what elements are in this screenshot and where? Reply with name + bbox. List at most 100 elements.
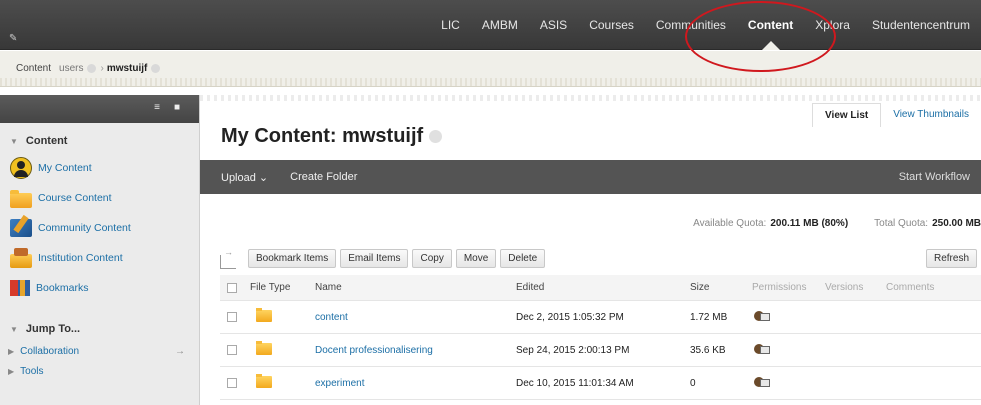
edited-cell: Sep 24, 2015 2:00:13 PM (516, 344, 630, 356)
sidebar-item-institution-content[interactable]: Institution Content (0, 243, 199, 273)
size-cell: 35.6 KB (690, 344, 726, 356)
quota-info: Available Quota: 200.11 MB (80%) Total Q… (693, 218, 981, 229)
sidebar-item-label: Course Content (38, 192, 112, 204)
sidebar-item-label: Institution Content (38, 252, 123, 264)
item-name-link[interactable]: content (315, 312, 516, 323)
column-header-comments: Comments (886, 282, 935, 293)
bookmark-items-button[interactable]: Bookmark Items (248, 248, 337, 268)
sidebar-item-bookmarks[interactable]: Bookmarks (0, 273, 199, 303)
column-header-file-type[interactable]: File Type (237, 282, 315, 293)
breadcrumb-users[interactable]: users (59, 63, 83, 74)
upload-button[interactable]: Upload ⌄ (200, 171, 279, 184)
breadcrumb-bar: Content users › mwstuijf (0, 51, 981, 87)
permissions-cell (752, 342, 825, 358)
sidebar-item-tools[interactable]: ▶ Tools (0, 361, 199, 381)
table-row: Docent professionalisering Sep 24, 2015 … (220, 334, 981, 367)
column-header-name[interactable]: Name (315, 282, 516, 293)
sidebar-item-label: Bookmarks (36, 282, 89, 294)
size-cell: 0 (690, 377, 696, 389)
sidebar-section-content[interactable]: ▼ Content (0, 129, 199, 153)
create-folder-button[interactable]: Create Folder (279, 171, 368, 183)
list-toolbar: Bookmark Items Email Items Copy Move Del… (220, 247, 981, 269)
column-header-permissions: Permissions (752, 282, 807, 293)
item-name-link[interactable]: Docent professionalisering (315, 345, 516, 356)
delete-button[interactable]: Delete (500, 248, 546, 268)
permissions-icon[interactable] (754, 375, 770, 388)
tab-lic[interactable]: LIC (430, 0, 471, 50)
permissions-cell (752, 375, 825, 391)
main-content: View List View Thumbnails My Content: mw… (200, 95, 981, 405)
context-menu-icon[interactable] (151, 64, 161, 73)
edited-cell: Dec 10, 2015 11:01:34 AM (516, 377, 634, 389)
row-checkbox[interactable] (227, 312, 237, 322)
start-workflow-button[interactable]: Start Workflow (888, 171, 981, 183)
tab-asis[interactable]: ASIS (529, 0, 578, 50)
sidebar-item-label: My Content (38, 162, 92, 174)
copy-button[interactable]: Copy (412, 248, 452, 268)
view-thumbnails-tab[interactable]: View Thumbnails (881, 103, 981, 127)
go-arrow-icon[interactable]: → (175, 346, 185, 357)
permissions-icon[interactable] (754, 309, 770, 322)
edit-pencil-icon[interactable]: ✎ (9, 33, 17, 44)
left-sidebar: ≡ ■ ▼ Content My Content Course Content … (0, 95, 200, 405)
size-cell: 1.72 MB (690, 311, 728, 323)
folder-icon (10, 189, 32, 208)
list-view-icon[interactable]: ≡ (151, 103, 163, 113)
table-header-row: File Type Name Edited Size Permissions V… (220, 275, 981, 301)
sidebar-item-label: Collaboration (20, 345, 80, 357)
breadcrumb-stripe (0, 78, 981, 86)
permissions-icon[interactable] (754, 342, 770, 355)
folder-view-icon[interactable]: ■ (171, 103, 183, 113)
total-quota-label: Total Quota: (874, 218, 929, 229)
available-quota-value: 200.11 MB (80%) (770, 218, 849, 229)
institution-content-icon (10, 247, 32, 268)
highlight-annotation-circle (685, 1, 836, 72)
refresh-button[interactable]: Refresh (925, 248, 977, 268)
expand-arrow-icon: ▶ (8, 366, 15, 376)
sidebar-item-my-content[interactable]: My Content (0, 153, 199, 183)
content-table: File Type Name Edited Size Permissions V… (220, 275, 981, 400)
breadcrumb-current: mwstuijf (106, 63, 148, 74)
bookmarks-icon (10, 280, 30, 296)
item-name-link[interactable]: experiment (315, 378, 516, 389)
breadcrumb: Content users › mwstuijf (16, 63, 164, 74)
community-content-icon (10, 219, 32, 237)
upload-label: Upload (221, 171, 256, 184)
main-stripe (200, 95, 981, 101)
tab-ambm[interactable]: AMBM (471, 0, 529, 50)
column-header-versions: Versions (825, 282, 864, 293)
page-title-text: My Content: mwstuijf (221, 125, 424, 147)
available-quota-label: Available Quota: (693, 218, 767, 229)
sidebar-item-community-content[interactable]: Community Content (0, 213, 199, 243)
permissions-cell (752, 309, 825, 325)
sidebar-header: ≡ ■ (0, 95, 199, 123)
folder-icon (256, 373, 272, 388)
page-title: My Content: mwstuijf (221, 125, 443, 148)
sidebar-section-title: Content (25, 135, 68, 147)
sidebar-section-jump-to[interactable]: ▼ Jump To... (0, 317, 199, 341)
folder-icon (256, 307, 272, 322)
move-button[interactable]: Move (455, 248, 497, 268)
email-items-button[interactable]: Email Items (340, 248, 409, 268)
collapse-arrow-icon: ▼ (10, 136, 18, 146)
context-menu-icon[interactable] (429, 130, 443, 143)
select-arrow-icon (220, 247, 236, 269)
row-checkbox[interactable] (227, 345, 237, 355)
sidebar-item-course-content[interactable]: Course Content (0, 183, 199, 213)
sidebar-item-label: Community Content (38, 222, 131, 234)
column-header-edited[interactable]: Edited (516, 282, 690, 293)
view-mode-tabs: View List View Thumbnails (812, 103, 981, 127)
action-bar: Upload ⌄ Create Folder Start Workflow (200, 160, 981, 194)
select-all-checkbox[interactable] (227, 282, 237, 293)
tab-courses[interactable]: Courses (578, 0, 645, 50)
sidebar-item-collaboration[interactable]: ▶ Collaboration → (0, 341, 199, 361)
context-menu-icon[interactable] (87, 64, 97, 73)
file-type-cell (237, 373, 315, 391)
column-header-size[interactable]: Size (690, 282, 752, 293)
tab-studentencentrum[interactable]: Studentencentrum (861, 0, 981, 50)
row-checkbox[interactable] (227, 378, 237, 388)
sidebar-section-title: Jump To... (25, 323, 81, 335)
breadcrumb-root[interactable]: Content (16, 63, 51, 74)
collapse-arrow-icon: ▼ (10, 324, 18, 334)
view-list-tab[interactable]: View List (812, 103, 882, 127)
